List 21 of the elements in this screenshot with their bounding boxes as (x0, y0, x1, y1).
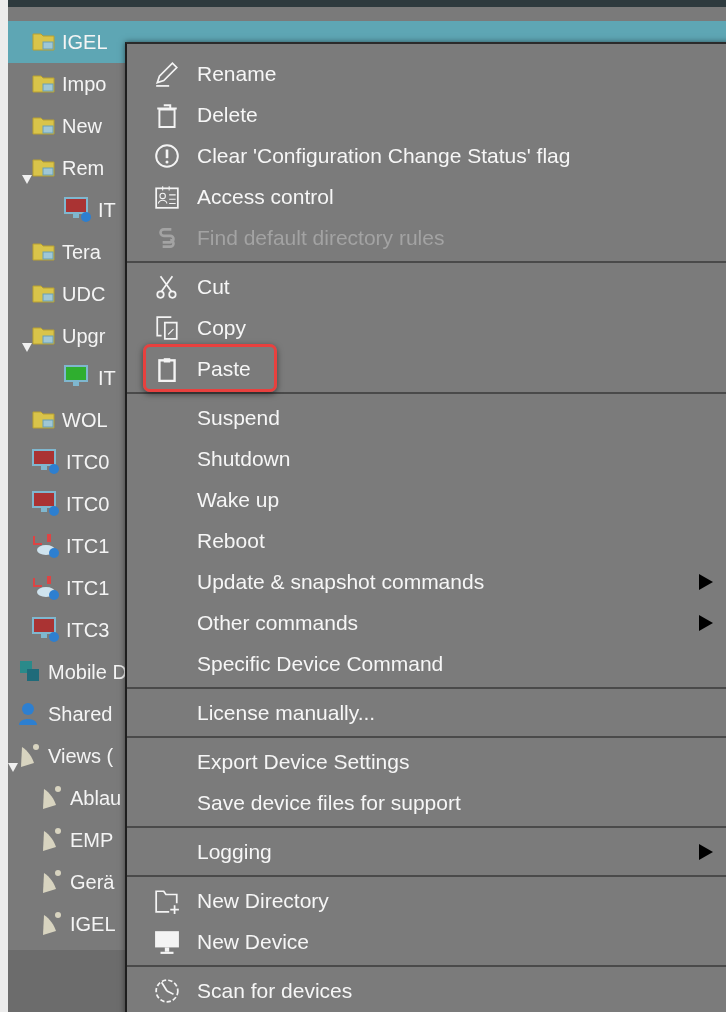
tree-item-label: Ablau (70, 786, 122, 811)
tree-item-label: Views ( (48, 744, 114, 769)
tree-item-label: ITC1 (66, 534, 110, 559)
tree-item-label: UDC (62, 282, 106, 307)
tree-item-label: ITC1 (66, 576, 110, 601)
tree-item-label: Gerä (70, 870, 115, 895)
tree-item-label: Upgr (62, 324, 106, 349)
tree-item-label: Rem (62, 156, 105, 181)
tree-item-label: Impo (62, 72, 107, 97)
tree-item-label: IGEL (70, 912, 116, 937)
tree-item-label: IT (98, 198, 116, 223)
tree-item-label: ITC0 (66, 450, 110, 475)
tree-item-label: WOL (62, 408, 108, 433)
tree-item-label: ITC0 (66, 492, 110, 517)
tree-item-label: Shared (48, 702, 113, 727)
tree-item-label: IGEL (62, 30, 108, 55)
tree-item-label: IT (98, 366, 116, 391)
tree-item-label: New (62, 114, 102, 139)
tree-item-label: ITC3 (66, 618, 110, 643)
tree-item-label: Tera (62, 240, 101, 265)
tree-item-label: EMP (70, 828, 114, 853)
